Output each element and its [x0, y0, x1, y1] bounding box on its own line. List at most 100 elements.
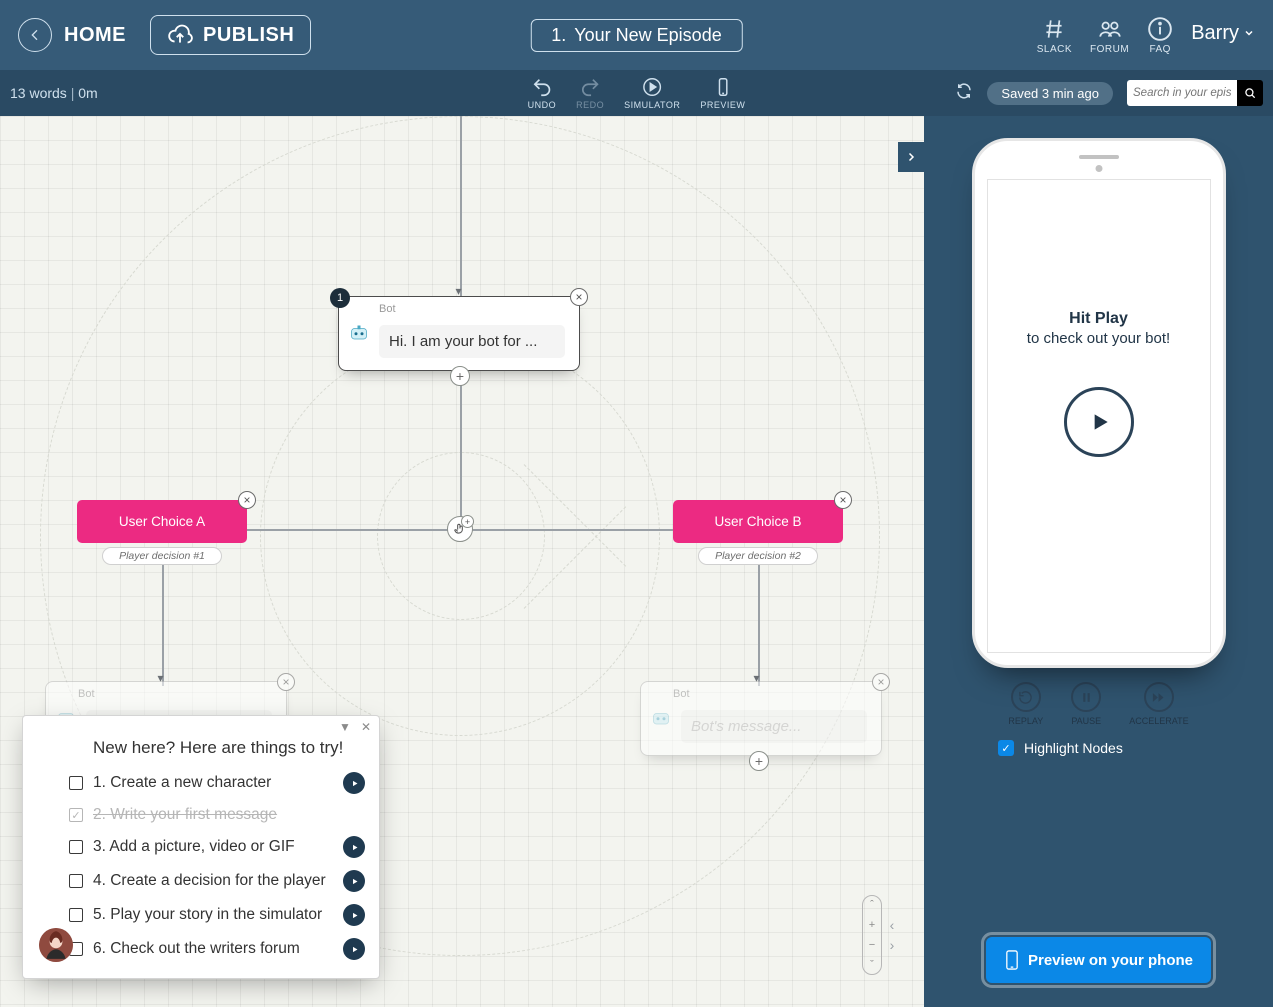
onboarding-item-3[interactable]: 3. Add a picture, video or GIF — [23, 830, 379, 864]
accelerate-button[interactable]: ACCELERATE — [1129, 682, 1188, 726]
preview-button-toolbar[interactable]: PREVIEW — [700, 76, 745, 110]
home-link[interactable]: HOME — [64, 24, 126, 47]
helper-avatar[interactable] — [39, 928, 73, 962]
preview-on-phone-button[interactable]: Preview on your phone — [986, 937, 1211, 983]
fast-forward-icon — [1151, 690, 1166, 705]
home-group: HOME — [18, 18, 126, 52]
onboarding-item-2[interactable]: ✓ 2. Write your first message — [23, 800, 379, 830]
back-button[interactable] — [18, 18, 52, 52]
onboarding-item-label: 4. Create a decision for the player — [93, 872, 326, 890]
pan-up-button[interactable]: ˆ — [870, 899, 874, 911]
sync-button[interactable] — [955, 82, 973, 105]
cloud-upload-icon — [167, 22, 193, 48]
preview-on-phone-label: Preview on your phone — [1028, 952, 1193, 969]
publish-label: PUBLISH — [203, 24, 294, 47]
accelerate-label: ACCELERATE — [1129, 716, 1188, 726]
delete-ghost-right-button[interactable]: × — [872, 673, 890, 691]
add-node-button[interactable]: + — [450, 366, 470, 386]
onboarding-item-play-button[interactable] — [343, 836, 365, 858]
onboarding-item-play-button[interactable] — [343, 938, 365, 960]
forum-icon — [1097, 16, 1123, 42]
onboarding-item-play-button[interactable] — [343, 772, 365, 794]
phone-mockup: Hit Play to check out your bot! — [972, 138, 1226, 668]
highlight-nodes-toggle[interactable]: ✓ Highlight Nodes — [998, 740, 1123, 756]
slack-link[interactable]: SLACK — [1037, 16, 1072, 55]
pan-down-button[interactable]: ˇ — [870, 959, 874, 971]
add-node-button-right[interactable]: + — [749, 751, 769, 771]
delete-ghost-left-button[interactable]: × — [277, 673, 295, 691]
collapse-panel-button[interactable] — [898, 142, 924, 172]
phone-play-button[interactable] — [1064, 387, 1134, 457]
phone-subtitle: to check out your bot! — [1027, 330, 1170, 347]
pause-button[interactable]: PAUSE — [1071, 682, 1101, 726]
delete-choice-a-button[interactable]: × — [238, 491, 256, 509]
episode-title: Your New Episode — [574, 25, 721, 46]
onboarding-item-5[interactable]: 5. Play your story in the simulator — [23, 898, 379, 932]
choice-a-label: User Choice A — [119, 514, 205, 529]
flow-edge — [162, 556, 164, 686]
pause-label: PAUSE — [1071, 716, 1101, 726]
onboarding-item-4[interactable]: 4. Create a decision for the player — [23, 864, 379, 898]
checkbox-icon: ✓ — [69, 808, 83, 822]
forum-label: FORUM — [1090, 44, 1129, 55]
phone-icon — [1004, 949, 1020, 971]
zoom-in-button[interactable]: + — [869, 919, 875, 931]
canvas[interactable]: ▾ ▾ ▾ 1 × Bot Hi. I am your bot for ... … — [0, 116, 924, 1007]
bot-avatar-icon — [347, 321, 371, 345]
undo-icon — [531, 76, 553, 98]
onboarding-item-play-button[interactable] — [343, 870, 365, 892]
replay-button[interactable]: REPLAY — [1008, 682, 1043, 726]
onboarding-panel: ▼ ✕ New here? Here are things to try! 1.… — [22, 715, 380, 979]
ghost-left-label: Bot — [78, 688, 95, 700]
chevron-down-icon — [1243, 27, 1255, 39]
phone-title: Hit Play — [1069, 310, 1128, 328]
choice-node-b[interactable]: User Choice B × Player decision #2 — [673, 500, 843, 565]
undo-button[interactable]: UNDO — [528, 76, 557, 110]
onboarding-item-play-button[interactable] — [343, 904, 365, 926]
redo-label: REDO — [576, 100, 604, 110]
search-button[interactable] — [1237, 80, 1263, 106]
zoom-out-button[interactable]: − — [869, 939, 875, 951]
bot-node[interactable]: 1 × Bot Hi. I am your bot for ... — [338, 296, 580, 371]
user-menu[interactable]: Barry — [1191, 22, 1255, 45]
play-icon — [1086, 409, 1112, 435]
replay-label: REPLAY — [1008, 716, 1043, 726]
onboarding-item-1[interactable]: 1. Create a new character — [23, 766, 379, 800]
publish-button[interactable]: PUBLISH — [150, 15, 311, 55]
redo-button[interactable]: REDO — [576, 76, 604, 110]
checkbox-icon — [69, 840, 83, 854]
choice-b-bar[interactable]: User Choice B × — [673, 500, 843, 543]
choice-node-a[interactable]: User Choice A × Player decision #1 — [77, 500, 247, 565]
center-tool-group: UNDO REDO SIMULATOR PREVIEW — [528, 76, 746, 110]
zoom-control[interactable]: ˆ + − ˇ — [862, 895, 882, 975]
checkbox-icon — [69, 874, 83, 888]
forum-link[interactable]: FORUM — [1090, 16, 1129, 55]
tap-icon — [453, 522, 467, 536]
add-branch-button[interactable] — [447, 516, 473, 542]
pan-right-button[interactable]: › — [882, 935, 902, 955]
search-input[interactable] — [1127, 80, 1237, 106]
pan-left-button[interactable]: ‹ — [882, 915, 902, 935]
slack-label: SLACK — [1037, 44, 1072, 55]
episode-title-pill[interactable]: 1. Your New Episode — [530, 19, 742, 52]
phone-icon — [712, 76, 734, 98]
onboarding-item-label: 2. Write your first message — [93, 806, 277, 824]
ghost-right-placeholder[interactable]: Bot's message... — [681, 710, 867, 743]
phone-camera — [1095, 165, 1102, 172]
onboarding-item-6[interactable]: 6. Check out the writers forum — [23, 932, 379, 966]
ghost-bot-node-right[interactable]: × Bot Bot's message... — [640, 681, 882, 756]
onboarding-item-label: 1. Create a new character — [93, 774, 271, 792]
delete-choice-b-button[interactable]: × — [834, 491, 852, 509]
pause-icon — [1080, 691, 1093, 704]
highlight-label: Highlight Nodes — [1024, 740, 1123, 756]
delete-node-button[interactable]: × — [570, 288, 588, 306]
choice-b-tag: Player decision #2 — [698, 547, 818, 565]
word-count-value: 13 words — [10, 85, 67, 101]
onboarding-collapse-button[interactable]: ▼ — [339, 720, 351, 734]
bot-message-bubble[interactable]: Hi. I am your bot for ... — [379, 325, 565, 358]
choice-a-bar[interactable]: User Choice A × — [77, 500, 247, 543]
checkbox-icon — [69, 908, 83, 922]
faq-link[interactable]: FAQ — [1147, 16, 1173, 55]
onboarding-close-button[interactable]: ✕ — [361, 720, 371, 734]
simulator-button[interactable]: SIMULATOR — [624, 76, 680, 110]
